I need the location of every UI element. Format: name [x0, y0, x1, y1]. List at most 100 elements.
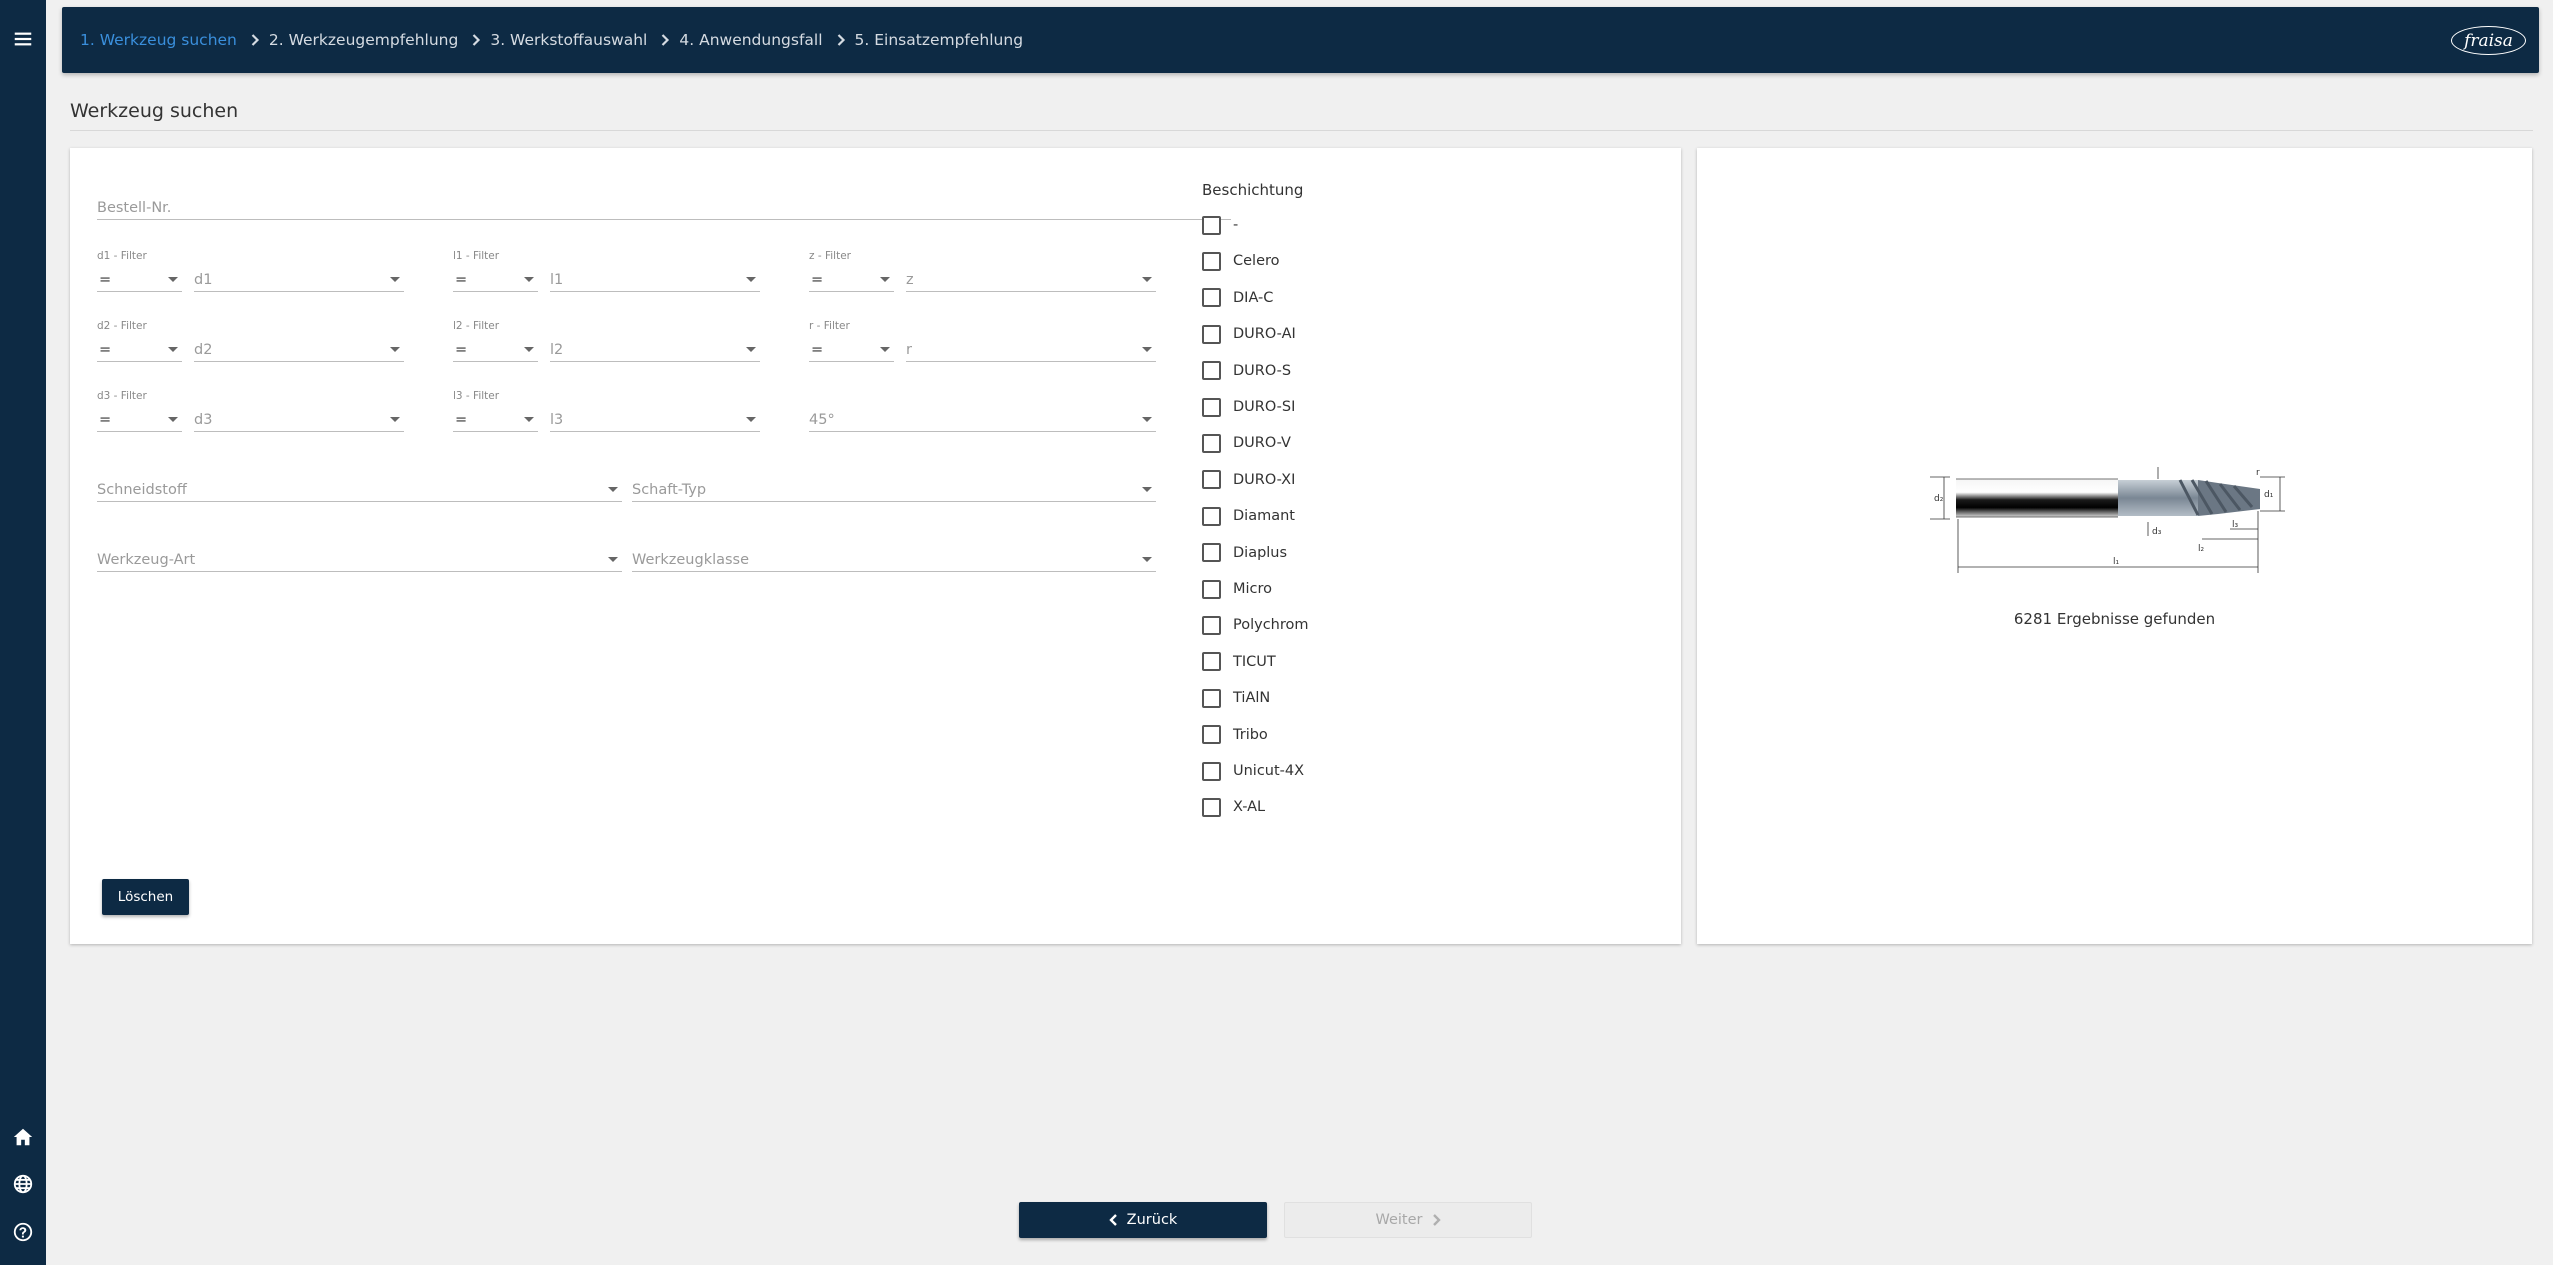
checkbox[interactable] [1202, 361, 1221, 381]
title-divider [70, 130, 2533, 131]
tool-type-select[interactable]: Werkzeug-Art [97, 544, 622, 572]
d2-operator-select[interactable]: = [97, 334, 182, 362]
d1-dim-label: d₁ [2264, 490, 2274, 500]
d1-operator-select[interactable]: = [97, 264, 182, 292]
checkbox[interactable] [1202, 397, 1221, 417]
coating-checkbox-item[interactable]: Unicut-4X [1202, 760, 1304, 782]
header-bar: 1. Werkzeug suchen 2. Werkzeugempfehlung… [62, 7, 2539, 73]
coating-checkbox-item[interactable]: DURO-XI [1202, 469, 1295, 491]
checkbox[interactable] [1202, 543, 1221, 563]
coating-checkbox-label: TICUT [1233, 653, 1276, 670]
breadcrumb-step-3[interactable]: 3. Werkstoffauswahl [490, 31, 647, 49]
d3-operator-select[interactable]: = [97, 404, 182, 432]
checkbox[interactable] [1202, 215, 1221, 235]
checkbox[interactable] [1202, 797, 1221, 817]
checkbox[interactable] [1202, 251, 1221, 271]
r-operator-select[interactable]: = [809, 334, 894, 362]
r-dim-label: r [2256, 468, 2260, 478]
dropdown-caret-icon [1142, 417, 1152, 422]
search-form-panel: Bestell-Nr. d1 - Filter = d1 l1 - Filter… [70, 148, 1681, 944]
l1-filter-label: l1 - Filter [453, 250, 500, 262]
coating-checkbox-item[interactable]: DURO-SI [1202, 396, 1295, 418]
d3-value-select[interactable]: d3 [194, 404, 404, 432]
checkbox[interactable] [1202, 470, 1221, 490]
l3-operator-select[interactable]: = [453, 404, 538, 432]
coating-checkbox-label: Unicut-4X [1233, 763, 1305, 779]
z-operator-select[interactable]: = [809, 264, 894, 292]
coating-checkbox-item[interactable]: TICUT [1202, 651, 1276, 673]
coating-checkbox-label: Micro [1233, 581, 1273, 597]
coating-checkbox-label: DURO-AI [1233, 326, 1296, 343]
breadcrumb-step-5[interactable]: 5. Einsatzempfehlung [855, 31, 1024, 49]
checkbox[interactable] [1202, 615, 1221, 635]
l3-value-select[interactable]: l3 [550, 404, 760, 432]
l3-filter-label: l3 - Filter [453, 390, 500, 402]
order-number-input[interactable]: Bestell-Nr. [97, 192, 1231, 220]
l2-dim-label: l₂ [2198, 544, 2205, 554]
coating-checkbox-label: DURO-S [1233, 362, 1292, 379]
l3-dim-label: l₃ [2232, 520, 2239, 530]
l2-filter-label: l2 - Filter [453, 320, 500, 332]
coating-checkbox-item[interactable]: DURO-S [1202, 360, 1291, 382]
angle-select[interactable]: 45° [809, 404, 1156, 432]
checkbox[interactable] [1202, 324, 1221, 344]
coating-checkbox-item[interactable]: Micro [1202, 578, 1272, 600]
checkbox[interactable] [1202, 725, 1221, 745]
dropdown-caret-icon [390, 347, 400, 352]
breadcrumb-step-1[interactable]: 1. Werkzeug suchen [80, 31, 237, 49]
checkbox[interactable] [1202, 506, 1221, 526]
coating-checkbox-label: Tribo [1233, 726, 1268, 743]
coating-checkbox-item[interactable]: Diaplus [1202, 542, 1287, 564]
chevron-right-icon [247, 32, 263, 48]
z-filter-label: z - Filter [809, 250, 851, 262]
l2-value-select[interactable]: l2 [550, 334, 760, 362]
checkbox[interactable] [1202, 579, 1221, 599]
coating-checkbox-item[interactable]: Diamant [1202, 505, 1295, 527]
tool-dimension-drawing: d₂ d₁ r d₃ l₂ l₃ l₁ [1930, 467, 2285, 573]
z-value-select[interactable]: z [906, 264, 1156, 292]
checkbox[interactable] [1202, 288, 1221, 308]
r-value-select[interactable]: r [906, 334, 1156, 362]
checkbox[interactable] [1202, 761, 1221, 781]
coating-checkbox-item[interactable]: X-AL [1202, 796, 1265, 818]
dropdown-caret-icon [608, 557, 618, 562]
checkbox[interactable] [1202, 433, 1221, 453]
cutting-material-select[interactable]: Schneidstoff [97, 474, 622, 502]
coating-checkbox-item[interactable]: DURO-V [1202, 432, 1291, 454]
d3-filter-label: d3 - Filter [97, 390, 147, 402]
coating-checkbox-item[interactable]: TiAlN [1202, 687, 1270, 709]
home-icon[interactable] [9, 1123, 37, 1151]
d2-filter-label: d2 - Filter [97, 320, 147, 332]
next-button[interactable]: Weiter [1284, 1202, 1532, 1238]
fraisa-logo: fraisa [2451, 26, 2526, 55]
back-button[interactable]: Zurück [1019, 1202, 1267, 1238]
l1-value-select[interactable]: l1 [550, 264, 760, 292]
breadcrumb-step-2[interactable]: 2. Werkzeugempfehlung [269, 31, 458, 49]
r-filter-label: r - Filter [809, 320, 850, 332]
coating-checkbox-item[interactable]: DIA-C [1202, 287, 1273, 309]
dropdown-caret-icon [168, 347, 178, 352]
dropdown-caret-icon [880, 277, 890, 282]
coating-checkbox-label: DURO-V [1233, 435, 1291, 452]
l1-operator-select[interactable]: = [453, 264, 538, 292]
tool-class-select[interactable]: Werkzeugklasse [632, 544, 1156, 572]
menu-icon[interactable] [9, 25, 37, 53]
coating-checkbox-item[interactable]: Polychrom [1202, 614, 1309, 636]
coating-checkbox-item[interactable]: DURO-AI [1202, 323, 1296, 345]
coating-checkbox-label: - [1233, 217, 1239, 233]
shank-type-select[interactable]: Schaft-Typ [632, 474, 1156, 502]
coating-checkbox-item[interactable]: Tribo [1202, 724, 1268, 746]
checkbox[interactable] [1202, 652, 1221, 672]
dropdown-caret-icon [168, 417, 178, 422]
help-icon[interactable] [9, 1218, 37, 1246]
coating-checkbox-item[interactable]: Celero [1202, 250, 1280, 272]
clear-button[interactable]: Löschen [102, 879, 189, 915]
chevron-right-icon [657, 32, 673, 48]
d2-value-select[interactable]: d2 [194, 334, 404, 362]
l2-operator-select[interactable]: = [453, 334, 538, 362]
globe-icon[interactable] [9, 1170, 37, 1198]
coating-checkbox-item[interactable]: - [1202, 214, 1238, 236]
breadcrumb-step-4[interactable]: 4. Anwendungsfall [679, 31, 822, 49]
d1-value-select[interactable]: d1 [194, 264, 404, 292]
checkbox[interactable] [1202, 688, 1221, 708]
